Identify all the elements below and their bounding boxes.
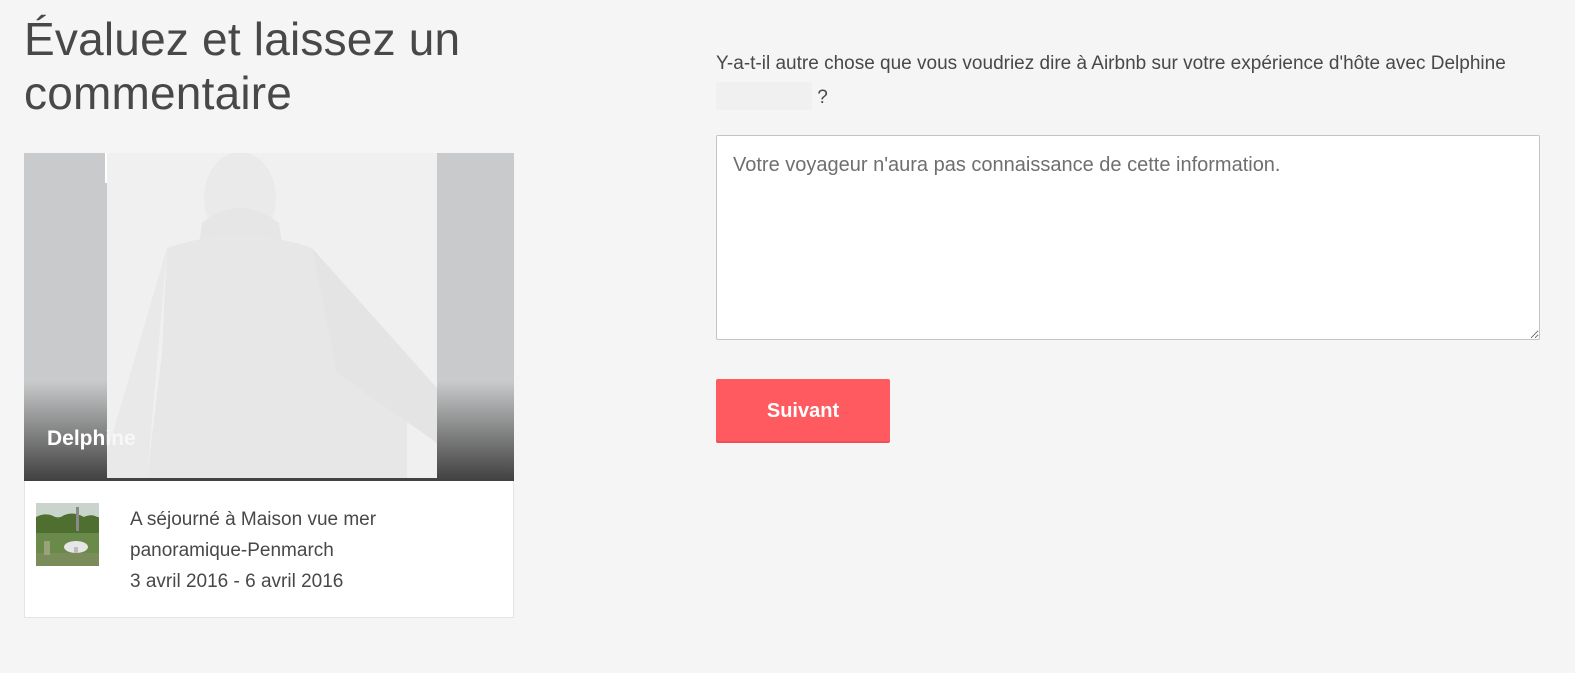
- guest-photo: Delphine: [24, 153, 514, 481]
- listing-thumbnail[interactable]: [36, 503, 99, 566]
- listing-title-line2: panoramique-Penmarch: [130, 540, 334, 561]
- page-title: Évaluez et laissez un commentaire: [24, 13, 461, 119]
- guest-card: Delphine A séjourné à Maison vue mer pan…: [24, 153, 514, 618]
- redacted-surname: [716, 82, 812, 110]
- stay-dates: 3 avril 2016 - 6 avril 2016: [130, 571, 344, 592]
- next-button[interactable]: Suivant: [716, 379, 890, 443]
- listing-details: A séjourné à Maison vue mer panoramique-…: [130, 504, 500, 597]
- listing-info: A séjourné à Maison vue mer panoramique-…: [25, 484, 513, 617]
- private-feedback-textarea[interactable]: [716, 135, 1540, 340]
- question-text: Y-a-t-il autre chose que vous voudriez d…: [716, 53, 1506, 74]
- feedback-question: Y-a-t-il autre chose que vous voudriez d…: [716, 47, 1542, 115]
- question-mark: ?: [812, 87, 828, 108]
- portrait-veil: [107, 153, 437, 478]
- listing-title-line1: A séjourné à Maison vue mer: [130, 509, 377, 530]
- listing-photo-icon: [36, 503, 99, 566]
- review-sidebar: Évaluez et laissez un commentaire Delphi…: [24, 0, 514, 618]
